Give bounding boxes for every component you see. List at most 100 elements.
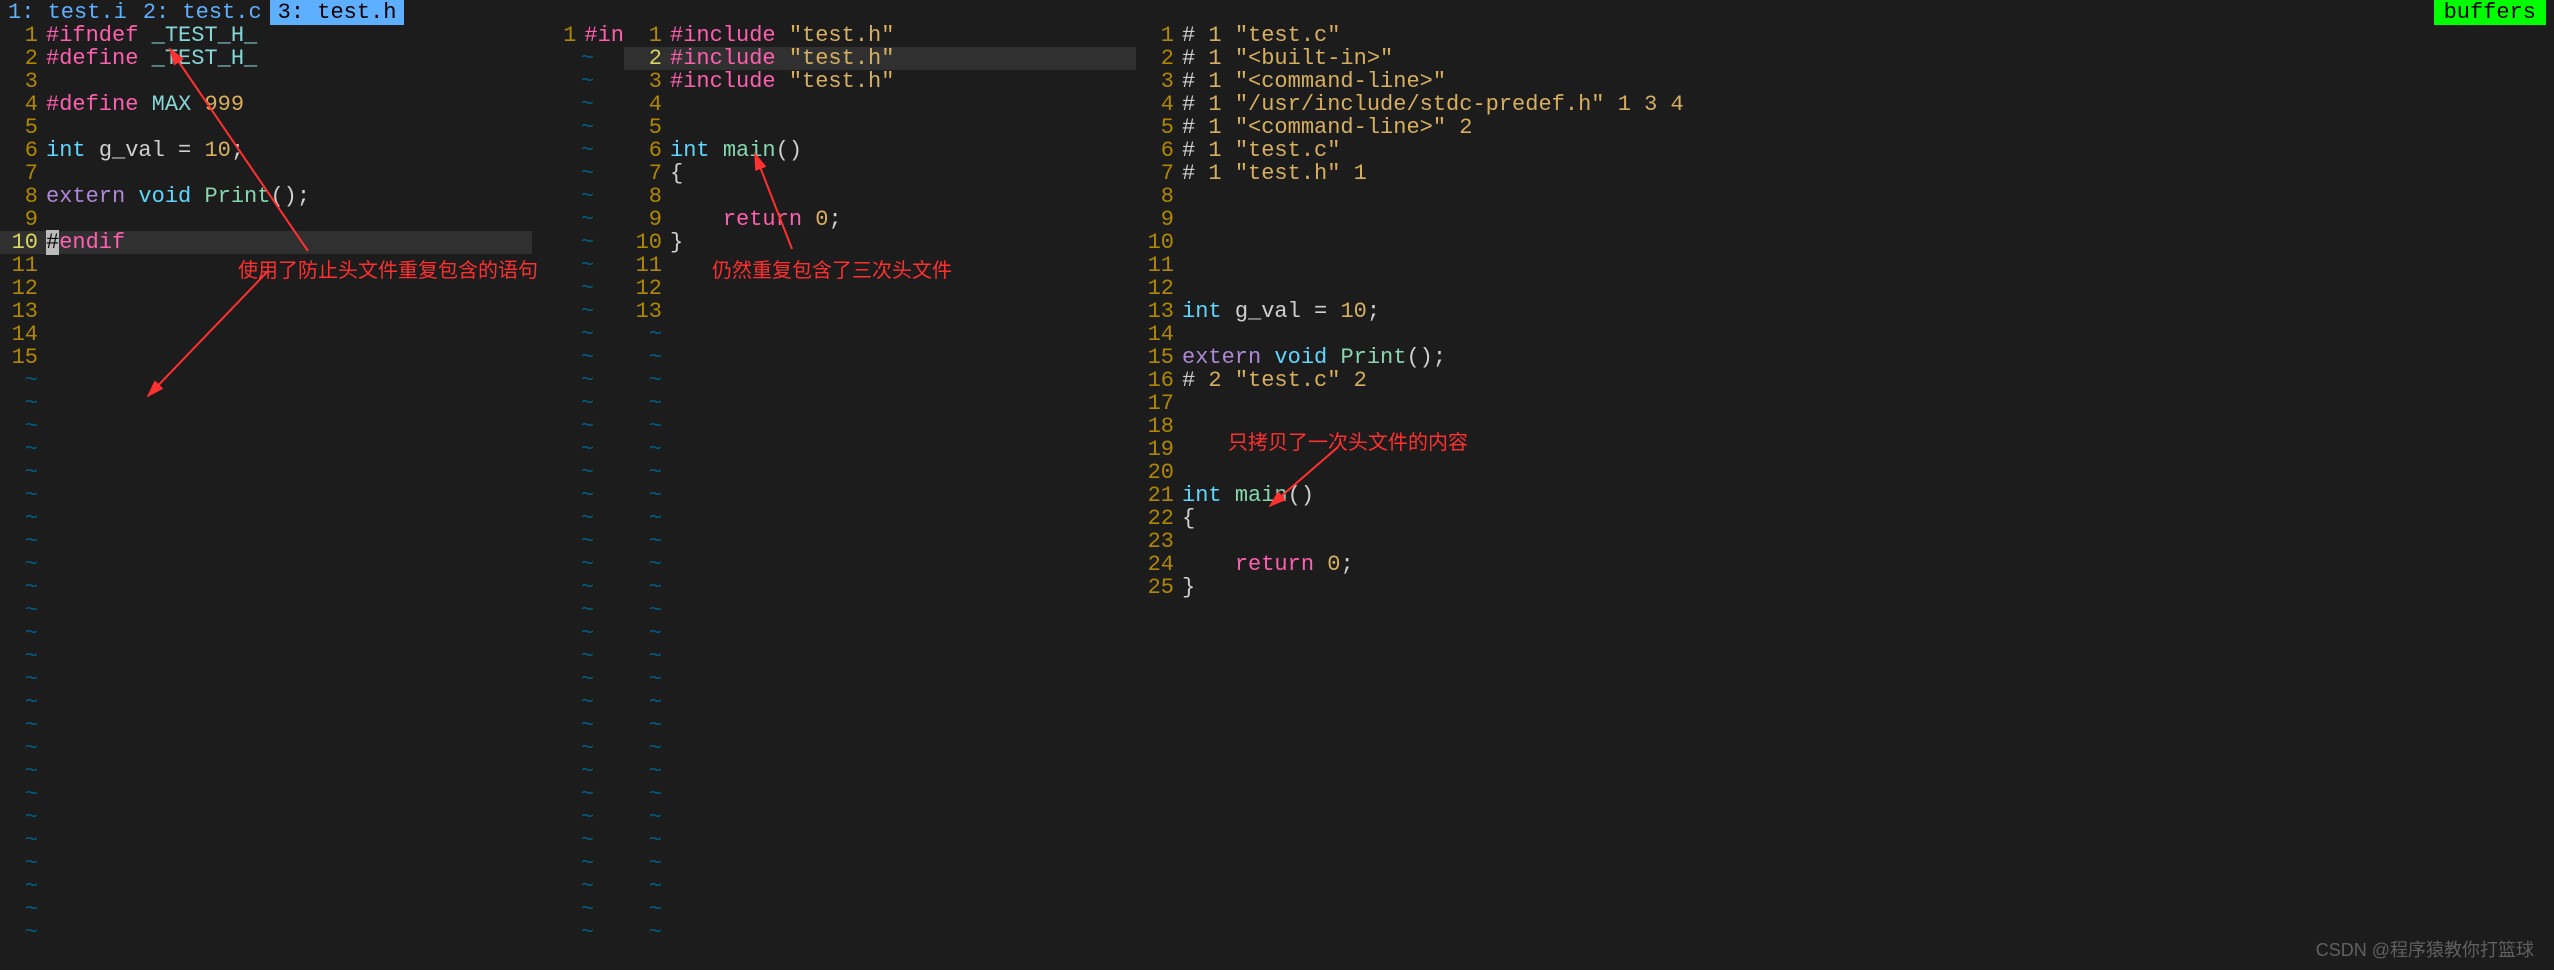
- code-line[interactable]: 4: [624, 93, 1136, 116]
- code-line[interactable]: 19: [1136, 438, 2554, 461]
- code-line[interactable]: 12: [624, 277, 1136, 300]
- empty-line: ~: [624, 921, 1136, 944]
- pane-test-c[interactable]: 1#include "test.h"2#include "test.h"3#in…: [624, 24, 1136, 970]
- pane-sliver: 1#in~~~~~~~~~~~~~~~~~~~~~~~~~~~~~~~~~~~~…: [532, 24, 624, 970]
- code-line[interactable]: 5: [0, 116, 532, 139]
- tilde-icon: ~: [532, 576, 602, 599]
- code-line[interactable]: 2# 1 "<built-in>": [1136, 47, 2554, 70]
- line-number: 2: [1136, 47, 1182, 70]
- code-line[interactable]: 1#ifndef _TEST_H_: [0, 24, 532, 47]
- empty-line: ~: [532, 438, 624, 461]
- tilde-icon: ~: [532, 599, 602, 622]
- code-line[interactable]: 16# 2 "test.c" 2: [1136, 369, 2554, 392]
- code-line[interactable]: 18: [1136, 415, 2554, 438]
- code-line[interactable]: 13: [624, 300, 1136, 323]
- code-line[interactable]: 11: [624, 254, 1136, 277]
- line-number: 11: [624, 254, 670, 277]
- code-line[interactable]: 17: [1136, 392, 2554, 415]
- code-line[interactable]: 24 return 0;: [1136, 553, 2554, 576]
- code-line[interactable]: 5: [624, 116, 1136, 139]
- code-line[interactable]: 13: [0, 300, 532, 323]
- code-line[interactable]: 3: [0, 70, 532, 93]
- code-line[interactable]: 4# 1 "/usr/include/stdc-predef.h" 1 3 4: [1136, 93, 2554, 116]
- code-line[interactable]: 3#include "test.h": [624, 70, 1136, 93]
- code-line[interactable]: 7# 1 "test.h" 1: [1136, 162, 2554, 185]
- empty-line: ~: [532, 645, 624, 668]
- tilde-icon: ~: [624, 346, 670, 369]
- empty-line: ~: [532, 47, 624, 70]
- code-line[interactable]: 23: [1136, 530, 2554, 553]
- code-line[interactable]: 1#include "test.h": [624, 24, 1136, 47]
- code-line[interactable]: 9: [1136, 208, 2554, 231]
- code-line[interactable]: 21int main(): [1136, 484, 2554, 507]
- code-line[interactable]: 10: [1136, 231, 2554, 254]
- code-line[interactable]: 7{: [624, 162, 1136, 185]
- line-number: 4: [0, 93, 46, 116]
- code-content: [1182, 323, 2554, 346]
- tilde-icon: ~: [624, 599, 670, 622]
- line-number: 12: [624, 277, 670, 300]
- tilde-icon: ~: [0, 415, 46, 438]
- code-line[interactable]: 10}: [624, 231, 1136, 254]
- code-line[interactable]: 9 return 0;: [624, 208, 1136, 231]
- code-line[interactable]: 14: [1136, 323, 2554, 346]
- code-line[interactable]: 8extern void Print();: [0, 185, 532, 208]
- empty-line: ~: [0, 415, 532, 438]
- empty-line: ~: [624, 760, 1136, 783]
- code-line[interactable]: 15: [0, 346, 532, 369]
- code-line[interactable]: 6int main(): [624, 139, 1136, 162]
- code-line[interactable]: 2#define _TEST_H_: [0, 47, 532, 70]
- tab-test-h[interactable]: 3: test.h: [270, 0, 405, 25]
- code-line[interactable]: 1# 1 "test.c": [1136, 24, 2554, 47]
- editor-app: 1: test.i 2: test.c 3: test.h buffers 1#…: [0, 0, 2554, 970]
- empty-line: ~: [0, 530, 532, 553]
- empty-line: ~: [532, 139, 624, 162]
- tilde-icon: ~: [532, 369, 602, 392]
- line-number: 10: [624, 231, 670, 254]
- code-line[interactable]: 9: [0, 208, 532, 231]
- line-number: 15: [1136, 346, 1182, 369]
- code-line[interactable]: 11: [1136, 254, 2554, 277]
- code-line[interactable]: 12: [0, 277, 532, 300]
- code-line[interactable]: 15extern void Print();: [1136, 346, 2554, 369]
- code-line[interactable]: 8: [624, 185, 1136, 208]
- pane-test-h[interactable]: 1#ifndef _TEST_H_2#define _TEST_H_34#def…: [0, 24, 532, 970]
- code-line[interactable]: 11: [0, 254, 532, 277]
- empty-line: ~: [532, 484, 624, 507]
- tilde-icon: ~: [532, 507, 602, 530]
- line-number: 1: [532, 24, 584, 47]
- code-line[interactable]: 12: [1136, 277, 2554, 300]
- code-line[interactable]: 25}: [1136, 576, 2554, 599]
- code-content: [46, 254, 532, 277]
- code-line[interactable]: 14: [0, 323, 532, 346]
- code-line[interactable]: 6int g_val = 10;: [0, 139, 532, 162]
- tilde-icon: ~: [532, 760, 602, 783]
- empty-line: ~: [0, 737, 532, 760]
- buffers-indicator[interactable]: buffers: [2434, 0, 2546, 25]
- pane-test-i[interactable]: 1# 1 "test.c"2# 1 "<built-in>"3# 1 "<com…: [1136, 24, 2554, 970]
- code-line[interactable]: 6# 1 "test.c": [1136, 139, 2554, 162]
- tilde-icon: ~: [532, 668, 602, 691]
- tab-test-i[interactable]: 1: test.i: [0, 0, 135, 25]
- code-line[interactable]: 20: [1136, 461, 2554, 484]
- tab-test-c[interactable]: 2: test.c: [135, 0, 270, 25]
- empty-line: ~: [532, 714, 624, 737]
- empty-line: ~: [0, 622, 532, 645]
- code-line[interactable]: 22{: [1136, 507, 2554, 530]
- code-line[interactable]: 10#endif: [0, 231, 532, 254]
- code-line[interactable]: 2#include "test.h": [624, 47, 1136, 70]
- empty-line: ~: [0, 392, 532, 415]
- code-line[interactable]: 4#define MAX 999: [0, 93, 532, 116]
- code-content: [1182, 461, 2554, 484]
- code-line[interactable]: 8: [1136, 185, 2554, 208]
- empty-line: ~: [624, 323, 1136, 346]
- code-line[interactable]: 3# 1 "<command-line>": [1136, 70, 2554, 93]
- code-line[interactable]: 5# 1 "<command-line>" 2: [1136, 116, 2554, 139]
- empty-line: ~: [624, 737, 1136, 760]
- line-number: 12: [1136, 277, 1182, 300]
- tilde-icon: ~: [0, 760, 46, 783]
- code-content: int g_val = 10;: [46, 139, 532, 162]
- code-line[interactable]: 7: [0, 162, 532, 185]
- empty-line: ~: [624, 806, 1136, 829]
- code-line[interactable]: 13int g_val = 10;: [1136, 300, 2554, 323]
